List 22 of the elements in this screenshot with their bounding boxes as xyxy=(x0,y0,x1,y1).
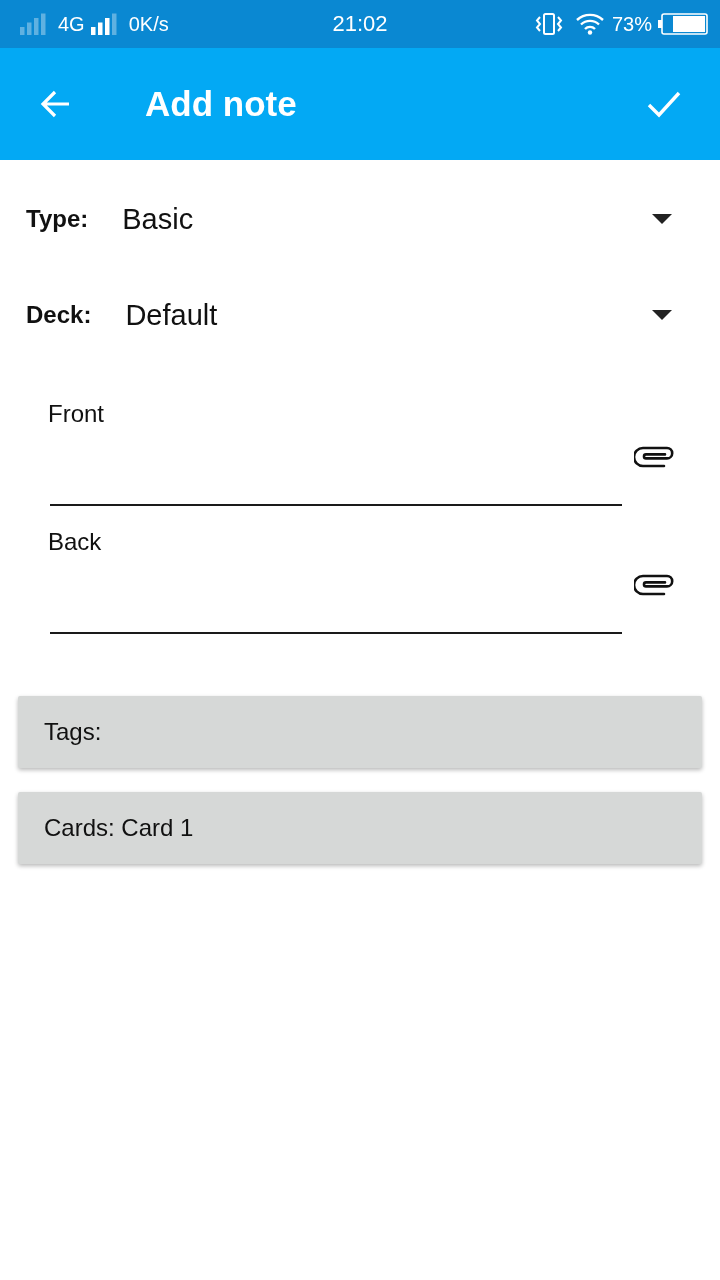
signal-icon xyxy=(90,13,117,35)
field-label: Back xyxy=(48,528,102,556)
dropdown[interactable]: Basic xyxy=(122,198,690,240)
selector-label: Type: xyxy=(26,205,89,233)
caret-icon xyxy=(652,310,672,320)
dropdown[interactable]: Default xyxy=(125,294,690,336)
screen-title: Add note xyxy=(145,84,298,124)
battery-percent: 73% xyxy=(611,12,652,36)
vibrate-icon xyxy=(533,12,564,36)
wifi-icon xyxy=(575,13,604,35)
selector-label: Deck: xyxy=(26,301,92,329)
network-speed: 0K/s xyxy=(128,12,169,36)
field-label: Front xyxy=(48,400,104,428)
caret-icon xyxy=(652,214,672,224)
network-type: 4G xyxy=(58,12,85,36)
clock: 21:02 xyxy=(332,11,388,37)
paperclip-icon[interactable] xyxy=(634,573,674,597)
signal-icon xyxy=(20,13,46,35)
list-button[interactable]: Cards: Card 1 xyxy=(18,792,702,864)
battery-icon xyxy=(658,13,708,35)
paperclip-icon[interactable] xyxy=(634,445,674,469)
list-button[interactable]: Tags: xyxy=(18,696,702,768)
